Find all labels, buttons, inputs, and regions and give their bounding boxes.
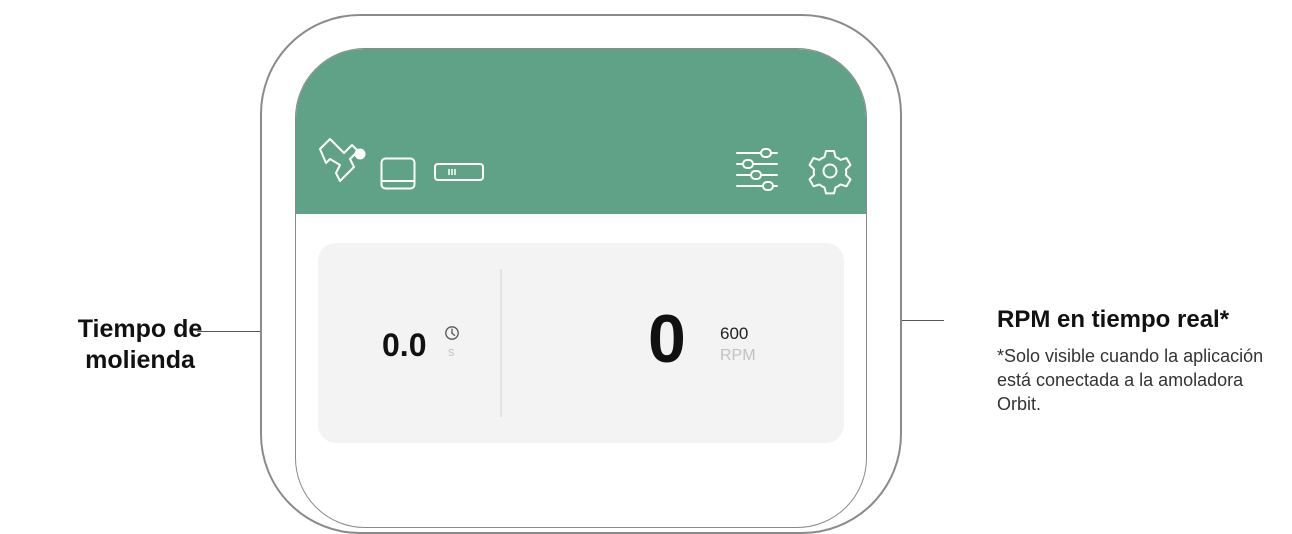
grinder-connected-icon[interactable] xyxy=(316,137,368,187)
grind-time-value: 0.0 xyxy=(382,327,427,363)
grind-time-unit: s xyxy=(448,344,455,359)
clock-icon xyxy=(444,325,460,346)
rpm-callout-title: RPM en tiempo real* xyxy=(997,306,1230,333)
rpm-unit: RPM xyxy=(720,347,756,364)
app-header xyxy=(296,49,866,214)
panel-divider xyxy=(500,269,502,417)
sliders-icon[interactable] xyxy=(735,147,779,193)
gear-icon[interactable] xyxy=(806,147,854,195)
container-icon[interactable] xyxy=(380,157,416,191)
grind-time-callout-label: Tiempo de molienda xyxy=(77,315,203,374)
stats-panel: 0.0 s 0 600 RPM xyxy=(318,243,844,443)
rpm-current-value: 0 xyxy=(648,301,686,377)
battery-icon xyxy=(434,163,484,181)
app-screen: 0.0 s 0 600 RPM xyxy=(295,48,867,528)
rpm-target-value: 600 xyxy=(720,324,749,343)
rpm-callout-note: *Solo visible cuando la aplicación está … xyxy=(997,346,1264,414)
